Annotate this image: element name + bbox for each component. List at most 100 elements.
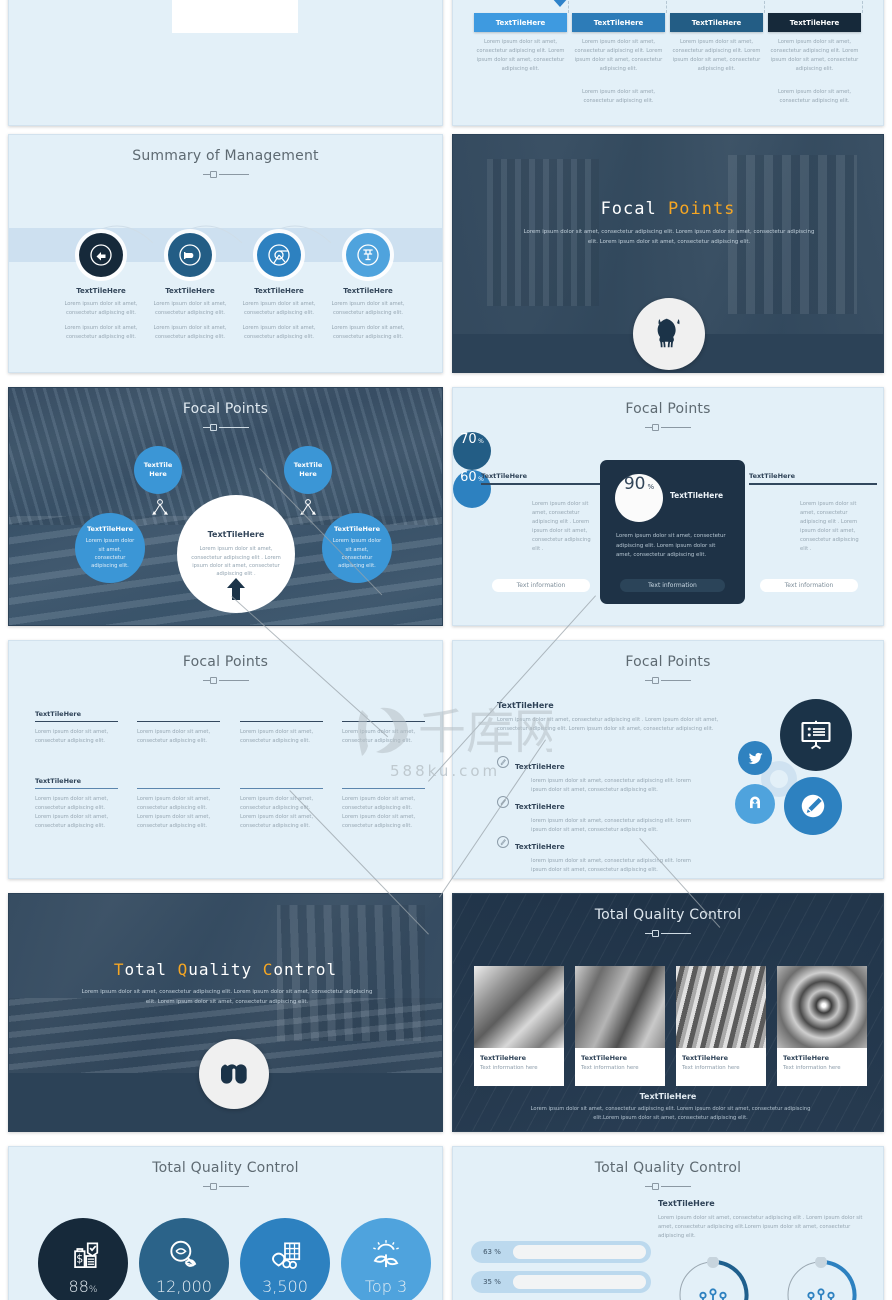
- slide-8-focal-points-list[interactable]: Focal Points TextTileHere Lorem ipsum do…: [452, 640, 884, 879]
- slide-9-tqc-hero[interactable]: Total Quality Control Lorem ipsum dolor …: [8, 893, 443, 1132]
- center-percent-unit: %: [647, 483, 655, 491]
- hero-badge[interactable]: [199, 1039, 269, 1109]
- bubble-body: Lorem ipsum dolor sit amet, consectetur …: [85, 538, 135, 570]
- slide2-pill[interactable]: TextTileHere: [572, 13, 665, 32]
- left-percent-unit: %: [478, 438, 484, 445]
- kpi-circle[interactable]: 12,000: [139, 1218, 229, 1300]
- svg-text:$: $: [76, 1252, 83, 1265]
- kpi-value: Top 3: [364, 1277, 408, 1296]
- slide2-pill[interactable]: TextTileHere: [768, 13, 861, 32]
- left-text-information-button[interactable]: Text information: [492, 579, 590, 592]
- kpi-circle[interactable]: Top 3: [341, 1218, 431, 1300]
- satellite-bubble[interactable]: TextTileHere Lorem ipsum dolor sit amet,…: [75, 513, 145, 583]
- slide2-pill-body: Lorem ipsum dolor sit amet, consectetur …: [574, 39, 663, 73]
- slide-11-tqc-kpis[interactable]: Total Quality Control $ 88% 12,000 3,500…: [8, 1146, 443, 1300]
- kpi-circle[interactable]: $ 88%: [38, 1218, 128, 1300]
- kpi-circle[interactable]: 3,500: [240, 1218, 330, 1300]
- card-sub: Text information here: [682, 1065, 740, 1071]
- bubble-pencil[interactable]: [784, 777, 842, 835]
- timeline-step-p2: Lorem ipsum dolor sit amet, consectetur …: [331, 325, 405, 341]
- timeline-step-p1: Lorem ipsum dolor sit amet, consectetur …: [331, 301, 405, 317]
- pushpin-icon: [357, 244, 379, 266]
- kpi-value: 3,500: [262, 1277, 308, 1296]
- card-title: TextTileHere: [581, 1054, 628, 1062]
- bar-label: 35 %: [483, 1278, 501, 1286]
- center-card-body: Lorem ipsum dolor sit amet, consectetur …: [616, 533, 726, 559]
- slide2-pill[interactable]: TextTileHere: [670, 13, 763, 32]
- page-title: Total Quality Control: [594, 1160, 742, 1176]
- compass-pen-icon: [497, 836, 509, 848]
- hero-subtitle: Lorem ipsum dolor sit amet, consectetur …: [523, 229, 815, 245]
- slide-4-focal-points-hero[interactable]: Focal Points Lorem ipsum dolor sit amet,…: [452, 134, 884, 373]
- office-lobby-photo: [575, 966, 665, 1048]
- photo-card[interactable]: TextTileHere Text information here: [676, 966, 766, 1086]
- timeline-step-label: TextTileHere: [343, 287, 393, 295]
- slide-7-focal-points-columns[interactable]: Focal Points TextTileHere Lorem ipsum do…: [8, 640, 443, 879]
- timeline-step-icon-2[interactable]: [168, 233, 212, 277]
- bubble-label: TextTile Here: [143, 460, 173, 478]
- kpi-value: 88: [68, 1277, 89, 1296]
- kpi-unit: %: [88, 1285, 98, 1295]
- slide-10-tqc-cards[interactable]: Total Quality Control TextTileHere Text …: [452, 893, 884, 1132]
- money-bag-report-icon: $: [74, 1242, 99, 1268]
- slide-3-summary-of-management[interactable]: Summary of Management TextTileHere Lorem…: [8, 134, 443, 373]
- card-title: TextTileHere: [682, 1054, 729, 1062]
- center-highlight-card[interactable]: 90 % TextTileHere Lorem ipsum dolor sit …: [600, 460, 745, 604]
- bubble-label: TextTile Here: [293, 460, 323, 478]
- stumbleupon-icon: [221, 1064, 247, 1084]
- row1-header: TextTileHere: [35, 710, 82, 718]
- slide2-pill-body: Lorem ipsum dolor sit amet, consectetur …: [770, 39, 859, 73]
- satellite-bubble[interactable]: TextTile Here: [134, 446, 182, 494]
- progress-bar-row[interactable]: 63 %: [471, 1241, 651, 1263]
- slide-2[interactable]: TextTileHere TextTileHere TextTileHere T…: [452, 0, 884, 126]
- title-ornament: [202, 676, 249, 685]
- bubble-twitter[interactable]: [738, 741, 772, 775]
- right-text-information-button[interactable]: Text information: [760, 579, 858, 592]
- photo-card[interactable]: TextTileHere Text information here: [474, 966, 564, 1086]
- timeline-step-icon-4[interactable]: [346, 233, 390, 277]
- slide2-pill-label: TextTileHere: [789, 18, 840, 27]
- page-title: Focal Points: [625, 401, 711, 417]
- slide-1[interactable]: Lorem ipsum dolor sit amet, consectetur …: [8, 0, 443, 126]
- bubble-amazon[interactable]: [735, 784, 775, 824]
- bars-body: Lorem ipsum dolor sit amet, consectetur …: [658, 1215, 863, 1240]
- slide2-pill[interactable]: TextTileHere: [474, 13, 567, 32]
- row1-cell: Lorem ipsum dolor sit amet, consectetur …: [342, 729, 416, 745]
- row1-cell: Lorem ipsum dolor sit amet, consectetur …: [35, 729, 109, 745]
- title-ornament: [645, 1182, 691, 1191]
- row2-cell: Lorem ipsum dolor sit amet, consectetur …: [35, 796, 109, 830]
- amazon-a-icon: [750, 796, 760, 809]
- presentation-board-icon: [801, 720, 831, 750]
- money-bag-grid-icon: [272, 1242, 301, 1269]
- bubble-label: TextTileHere: [86, 525, 134, 534]
- list-item-label: TextTileHere: [515, 803, 565, 811]
- row2-cell: Lorem ipsum dolor sit amet, consectetur …: [137, 796, 211, 830]
- slide-6-focal-points-percent[interactable]: Focal Points TextTileHere 70 % Lorem ips…: [452, 387, 884, 626]
- list-item[interactable]: TextTileHere lorem ipsum dolor sit amet,…: [497, 796, 707, 835]
- center-text-information-button[interactable]: Text information: [620, 579, 725, 592]
- satellite-bubble[interactable]: TextTile Here: [284, 446, 332, 494]
- timeline-step-icon-1[interactable]: [79, 233, 123, 277]
- photo-card[interactable]: TextTileHere Text information here: [575, 966, 665, 1086]
- bridge-underpass-photo: [474, 966, 564, 1048]
- list-item[interactable]: TextTileHere lorem ipsum dolor sit amet,…: [497, 836, 707, 875]
- center-bubble-label: TextTileHere: [207, 530, 265, 540]
- down-chevron-icon: [551, 0, 569, 7]
- satellite-bubble[interactable]: TextTileHere Lorem ipsum dolor sit amet,…: [322, 513, 392, 583]
- slide2-pill-label: TextTileHere: [691, 18, 742, 27]
- bubble-presentation[interactable]: [780, 699, 852, 771]
- slide-12-tqc-bars[interactable]: Total Quality Control TextTileHere Lorem…: [452, 1146, 884, 1300]
- progress-bar-row[interactable]: 35 %: [471, 1271, 651, 1293]
- timeline-step-icon-3[interactable]: [257, 233, 301, 277]
- up-arrow-icon: [227, 578, 245, 600]
- center-button-label: Text information: [648, 582, 697, 589]
- page-title: Total Quality Control: [594, 907, 742, 923]
- timeline-step-p1: Lorem ipsum dolor sit amet, consectetur …: [242, 301, 316, 317]
- card-title: TextTileHere: [783, 1054, 830, 1062]
- crown-circuit-icon: [807, 1288, 835, 1300]
- hero-badge[interactable]: [633, 298, 705, 370]
- card-sub: Text information here: [581, 1065, 639, 1071]
- twitter-bird-icon: [747, 752, 763, 764]
- hero-title-white: Focal: [600, 199, 657, 219]
- photo-card[interactable]: TextTileHere Text information here: [777, 966, 867, 1086]
